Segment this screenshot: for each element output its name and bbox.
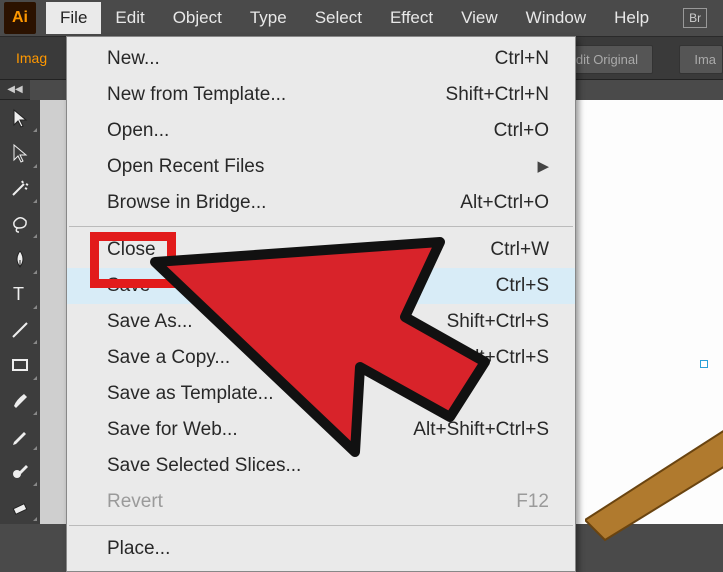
bridge-icon[interactable]: Br: [683, 8, 707, 28]
menu-item-place[interactable]: Place...: [67, 531, 575, 567]
selection-handle[interactable]: [700, 360, 708, 368]
menu-item-label: New...: [107, 45, 160, 73]
pointer-arrow-annotation: [145, 232, 505, 462]
menu-bar: Ai FileEditObjectTypeSelectEffectViewWin…: [0, 0, 723, 36]
blob-brush-tool[interactable]: [0, 453, 40, 488]
eraser-tool[interactable]: [0, 489, 40, 524]
rectangle-icon: [10, 355, 30, 375]
rectangle-tool[interactable]: [0, 347, 40, 382]
lasso-icon: [10, 214, 30, 234]
control-label: Imag: [16, 50, 47, 66]
menu-help[interactable]: Help: [600, 2, 663, 34]
image-button-partial[interactable]: Ima: [679, 45, 723, 74]
menu-item-label: Browse in Bridge...: [107, 189, 266, 217]
paintbrush-icon: [10, 390, 30, 410]
menu-edit[interactable]: Edit: [101, 2, 158, 34]
app-icon: Ai: [4, 2, 36, 34]
line-tool[interactable]: [0, 312, 40, 347]
menu-item-label: Revert: [107, 488, 163, 516]
line-icon: [10, 320, 30, 340]
tools-panel: T: [0, 100, 40, 524]
menu-select[interactable]: Select: [301, 2, 376, 34]
blob-brush-icon: [10, 461, 30, 481]
submenu-arrow-icon: ▶: [537, 153, 549, 181]
menu-item-shortcut: Ctrl+N: [495, 45, 549, 73]
menu-type[interactable]: Type: [236, 2, 301, 34]
direct-selection-tool[interactable]: [0, 135, 40, 170]
menu-item-new[interactable]: New... Ctrl+N: [67, 41, 575, 77]
artwork-shape: [585, 430, 723, 550]
pencil-tool[interactable]: [0, 418, 40, 453]
pen-icon: [10, 249, 30, 269]
menu-item-shortcut: Ctrl+O: [494, 117, 549, 145]
menu-effect[interactable]: Effect: [376, 2, 447, 34]
menu-object[interactable]: Object: [159, 2, 236, 34]
selection-tool[interactable]: [0, 100, 40, 135]
menu-item-label: Open Recent Files: [107, 153, 264, 181]
selection-icon: [10, 108, 30, 128]
menu-item-open[interactable]: Open... Ctrl+O: [67, 113, 575, 149]
menu-window[interactable]: Window: [512, 2, 600, 34]
eraser-icon: [10, 496, 30, 516]
menu-separator: [69, 525, 573, 526]
menu-separator: [69, 226, 573, 227]
direct-selection-icon: [10, 143, 30, 163]
paintbrush-tool[interactable]: [0, 383, 40, 418]
menu-item-shortcut: Alt+Ctrl+O: [460, 189, 549, 217]
menu-file[interactable]: File: [46, 2, 101, 34]
menu-item-new-from-template[interactable]: New from Template... Shift+Ctrl+N: [67, 77, 575, 113]
type-icon: T: [10, 284, 30, 304]
menu-item-label: Place...: [107, 535, 170, 563]
menu-item-revert: Revert F12: [67, 484, 575, 520]
lasso-tool[interactable]: [0, 206, 40, 241]
menu-item-shortcut: Shift+Ctrl+N: [446, 81, 549, 109]
menu-item-browse-in-bridge[interactable]: Browse in Bridge... Alt+Ctrl+O: [67, 185, 575, 221]
panel-collapse-icon[interactable]: ◀◀: [0, 80, 30, 100]
menu-view[interactable]: View: [447, 2, 512, 34]
magic-wand-icon: [10, 178, 30, 198]
menu-item-label: New from Template...: [107, 81, 286, 109]
svg-text:T: T: [13, 284, 24, 304]
magic-wand-tool[interactable]: [0, 171, 40, 206]
type-tool[interactable]: T: [0, 277, 40, 312]
pen-tool[interactable]: [0, 241, 40, 276]
artboard[interactable]: [575, 100, 723, 524]
menu-item-open-recent-files[interactable]: Open Recent Files ▶: [67, 149, 575, 185]
menu-item-label: Open...: [107, 117, 169, 145]
pencil-icon: [10, 426, 30, 446]
menu-item-shortcut: F12: [516, 488, 549, 516]
